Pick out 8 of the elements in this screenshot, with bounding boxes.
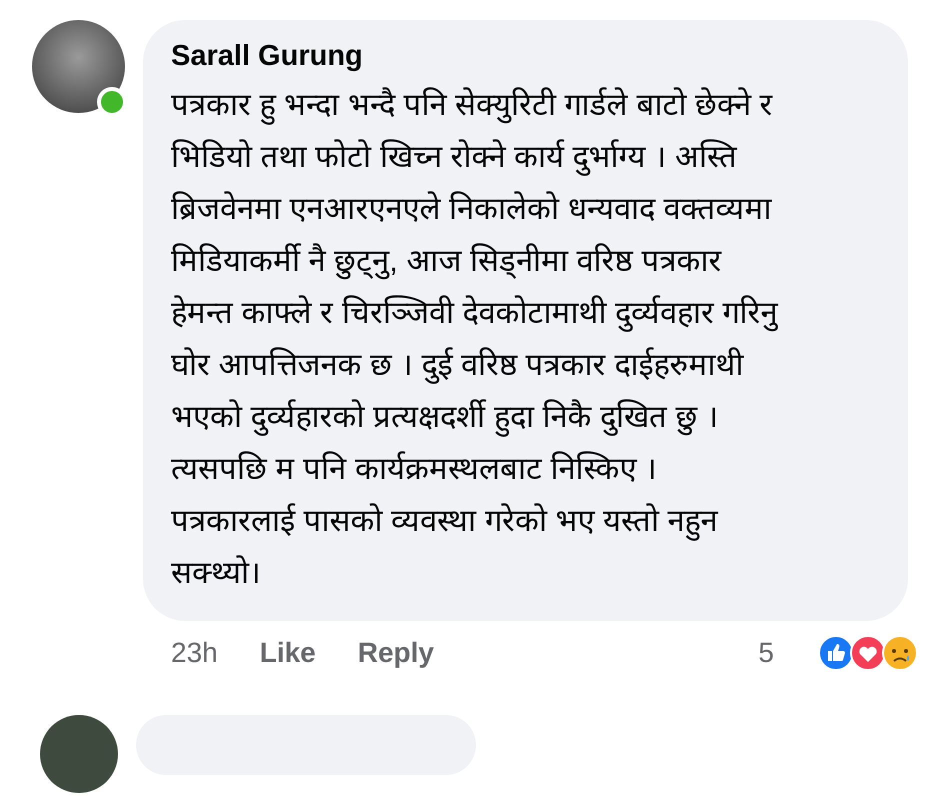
sad-face-icon (882, 635, 918, 671)
comment-time[interactable]: 23h (171, 637, 218, 669)
like-link[interactable]: Like (260, 637, 316, 669)
author-name[interactable]: Sarall Gurung (171, 40, 882, 73)
reaction-count[interactable]: 5 (758, 637, 774, 669)
thumbs-up-icon (818, 635, 854, 671)
comment-text: पत्रकार हु भन्दा भन्दै पनि सेक्युरिटी गार्डले बाटो छेक्ने र भिडियो तथा फोटो खिच्न रोक्ने कार्य दुर्भाग्य । अस्ति ब्रिजवेनमा एनआरएनएले निकालेको धन्यवाद वक्तव्यमा मिडियाकर्मी नै छुट्नु, आज सिड्नीमा वरिष्ठ पत्रकार हेमन्त काफ्ले र चिरञ्जिवी देवकोटामाथी दुर्व्यवहार गरिनु घोर आपत्तिजनक छ । दुई वरिष्ठ पत्रकार दाईहरुमाथी भएको दुर्व्यहारको प्रत्यक्षदर्शी हुदा निकै दुखित छु । त्यसपछि म पनि कार्यक्रमस्थलबाट निस्किए । पत्रकारलाई पासको व्यवस्था गरेको भए यस्तो नहुन सक्थ्यो। (171, 86, 780, 592)
reply-link[interactable]: Reply (358, 637, 434, 669)
